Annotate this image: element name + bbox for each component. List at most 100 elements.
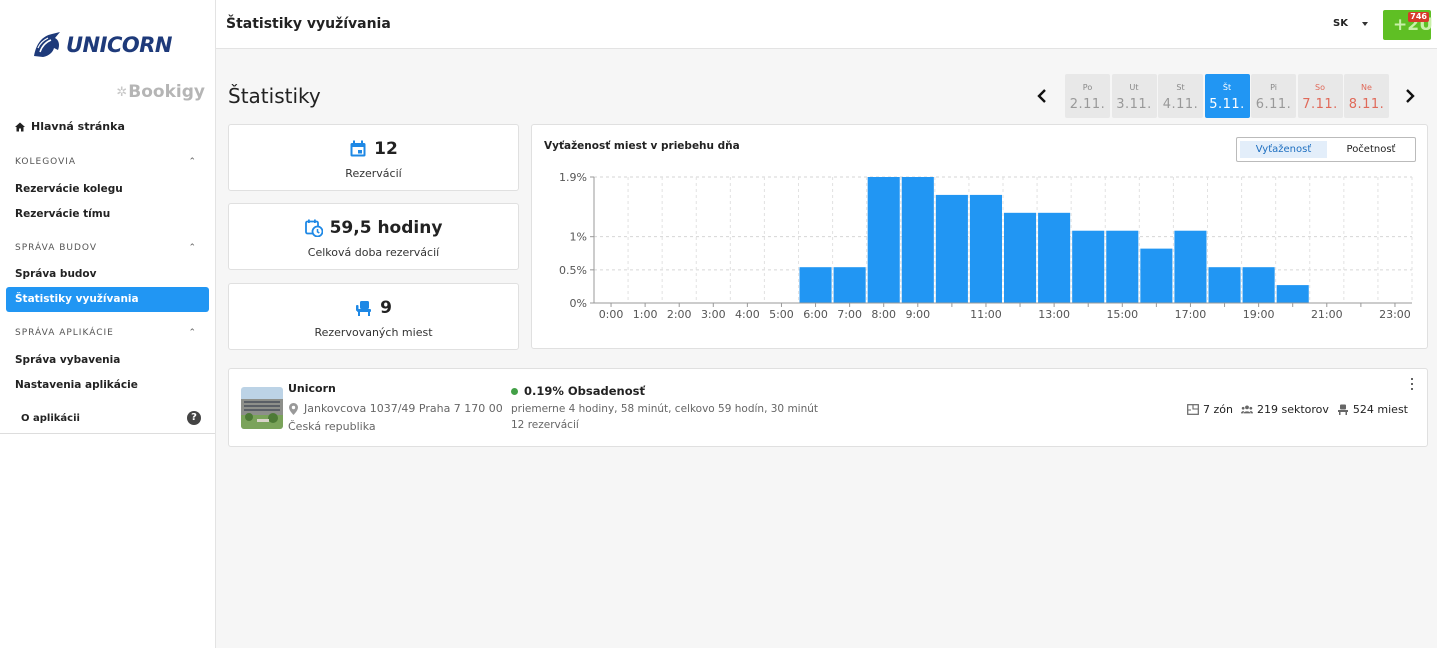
day-tab-0[interactable]: Po 2.11. [1065,74,1110,118]
app-root: UNICORN ✲ Bookigy Hlavná stránka KOLEGOV… [0,0,1437,648]
x-tick-label: 5:00 [769,308,794,321]
day-name: So [1315,83,1325,92]
x-tick-label: 15:00 [1106,308,1138,321]
location-pin-icon [289,402,298,415]
sidebar-section-app[interactable]: SPRÁVA APLIKÁCIE ⌃ [15,328,197,338]
x-tick-label: 9:00 [905,308,930,321]
x-tick-label: 4:00 [735,308,760,321]
day-name: Ne [1361,83,1372,92]
next-week-button[interactable] [1402,86,1418,106]
building-name: Unicorn [288,382,336,395]
language-select[interactable]: SK [1333,18,1368,29]
occupancy-value: 0.19% Obsadenosť [524,384,645,398]
stat-card-reservations: 12 Rezervácií [228,124,519,191]
reservations-label: Rezervácií [345,167,402,180]
day-tab-2[interactable]: St 4.11. [1158,74,1203,118]
seats-total: 524 miest [1352,403,1408,416]
x-tick-label: 13:00 [1038,308,1070,321]
day-date: 2.11. [1069,97,1106,112]
sidebar-item-label: Hlavná stránka [31,120,125,133]
day-date: 8.11. [1348,97,1385,112]
calendar-icon [350,140,366,157]
sidebar-section-title: KOLEGOVIA [15,157,77,167]
seats-stat: 524 miest [1337,403,1408,416]
chart-bar-1200 [1004,212,1037,303]
bookigy-logo: ✲ Bookigy [116,82,205,102]
chevron-up-icon: ⌃ [188,328,197,338]
day-tab-6[interactable]: Ne 8.11. [1344,74,1389,118]
building-address-row: Jankovcova 1037/49 Praha 7 170 00 [289,402,503,415]
stat-card-seats: 9 Rezervovaných miest [228,283,519,350]
add-reservation-button[interactable]: +2U 746 [1383,10,1433,40]
chevron-right-icon [1406,89,1415,103]
sidebar-item-buildings[interactable]: Správa budov [15,268,97,280]
logo-text: UNICORN [66,33,172,57]
sidebar-item-about[interactable]: O aplikácii ? [0,405,215,434]
utilization-bar-chart: 0% 0.5% 1% 1.9% 0:00 1:00 2:00 3:00 4:00 5:00 6:00… [559,171,1413,321]
seats-count: 9 [380,298,392,318]
status-dot-icon [511,387,518,395]
x-tick-label: 11:00 [970,308,1002,321]
unicorn-logo-icon [34,32,60,57]
y-tick-label: 1% [570,231,587,244]
spark-icon: ✲ [116,84,128,100]
chart-bar-1400 [1072,230,1105,303]
x-tick-label: 17:00 [1175,308,1207,321]
x-tick-label: 2:00 [667,308,692,321]
chart-bar-1500 [1106,230,1139,303]
sidebar-section-title: SPRÁVA APLIKÁCIE [15,328,114,338]
bookigy-logo-text: Bookigy [128,82,205,102]
calendar-clock-icon [304,219,323,237]
utilization-chart-card: Vyťaženosť miest v priebehu dňa Vyťaženo… [531,124,1428,349]
caret-down-icon [1361,21,1368,26]
more-options-icon[interactable] [1409,378,1415,390]
chart-bar-1800 [1208,267,1241,303]
chart-bar-1100 [969,194,1002,303]
day-tab-3[interactable]: Št 5.11. [1204,74,1250,118]
seats-label: Rezervovaných miest [314,326,433,339]
sidebar: UNICORN ✲ Bookigy Hlavná stránka KOLEGOV… [0,0,216,648]
sidebar-item-equipment[interactable]: Správa vybavenia [15,354,120,366]
occupancy-reservations: 12 rezervácií [511,419,579,431]
sidebar-item-home[interactable]: Hlavná stránka [15,120,125,133]
chevron-up-icon: ⌃ [188,243,197,253]
y-tick-label: 0% [570,297,587,310]
occupancy-row: 0.19% Obsadenosť [511,384,645,398]
page-title: Štatistiky [228,84,321,108]
sidebar-section-buildings[interactable]: SPRÁVA BUDOV ⌃ [15,243,197,253]
x-tick-label: 3:00 [701,308,726,321]
chart-bar-1000 [935,194,968,303]
day-date: 3.11. [1116,97,1152,112]
day-date: 7.11. [1302,97,1338,112]
sidebar-item-usage-statistics[interactable]: Štatistiky využívania [6,287,209,312]
y-tick-label: 1.9% [559,171,587,184]
day-tab-5[interactable]: So 7.11. [1297,74,1343,118]
chevron-up-icon: ⌃ [188,157,197,167]
x-tick-label: 1:00 [633,308,658,321]
sidebar-section-colleagues[interactable]: KOLEGOVIA ⌃ [15,157,197,167]
x-tick-label: 23:00 [1379,308,1411,321]
sidebar-item-colleague-reservations[interactable]: Rezervácie kolegu [15,183,123,195]
unicorn-logo[interactable]: UNICORN [30,30,172,60]
home-icon [15,122,25,131]
x-tick-label: 8:00 [871,308,896,321]
day-tab-4[interactable]: Pi 6.11. [1251,74,1296,118]
chart-bar-1300 [1038,212,1071,303]
sidebar-item-app-settings[interactable]: Nastavenia aplikácie [15,379,138,391]
building-card[interactable]: Unicorn Jankovcova 1037/49 Praha 7 170 0… [228,368,1428,447]
duration-total: 59,5 hodiny [329,218,443,238]
chart-bar-1700 [1174,230,1207,303]
chart-bar-700 [833,267,866,303]
previous-week-button[interactable] [1034,86,1050,106]
day-name: Št [1222,83,1232,92]
x-tick-label: 6:00 [803,308,828,321]
day-name: Pi [1270,83,1277,92]
day-tab-1[interactable]: Ut 3.11. [1111,74,1157,118]
building-address: Jankovcova 1037/49 Praha 7 170 00 [304,402,503,415]
building-country: Česká republika [288,420,376,433]
day-name: Ut [1129,83,1139,92]
seat-small-icon [1337,404,1348,415]
sidebar-item-team-reservations[interactable]: Rezervácie tímu [15,208,110,220]
day-date: 5.11. [1209,97,1245,112]
zones-count: 7 zón [1203,403,1233,416]
